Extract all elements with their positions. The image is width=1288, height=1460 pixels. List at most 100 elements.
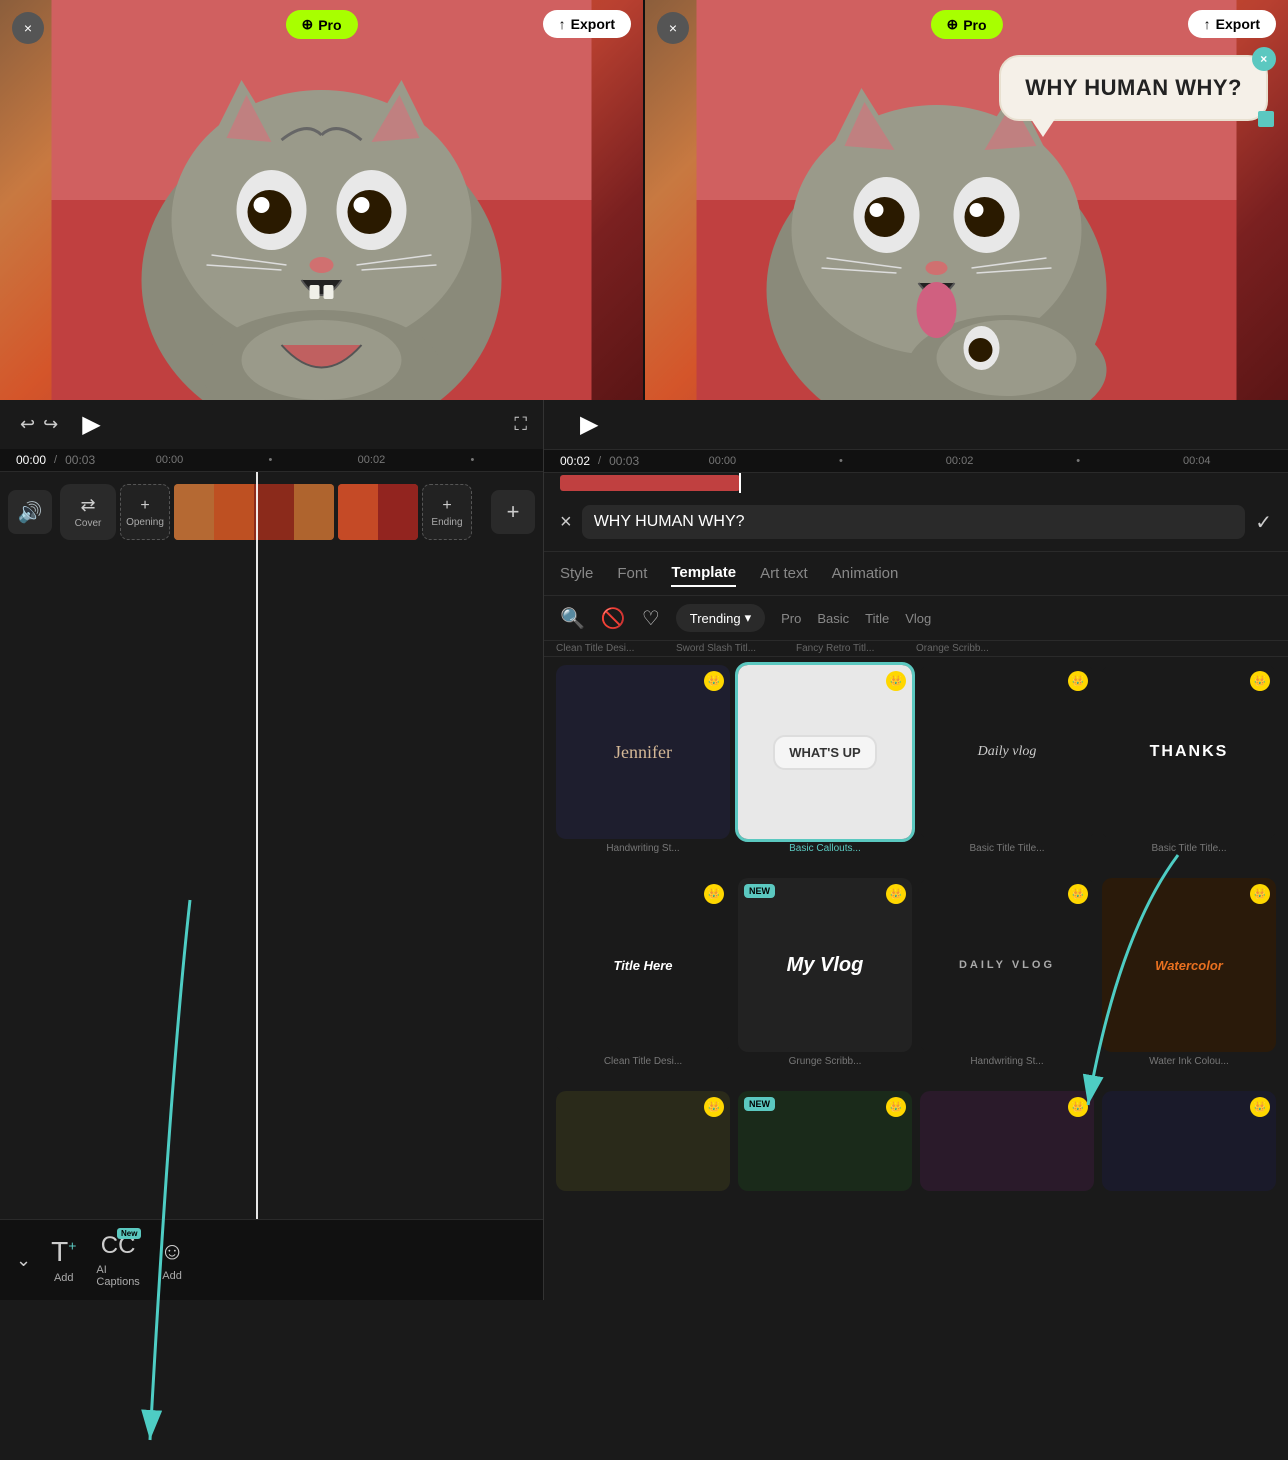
template-card-bottom4[interactable]: 👑 — [1102, 1091, 1276, 1191]
template-card-watercolor[interactable]: Watercolor 👑 — [1102, 878, 1276, 1052]
template-card-bottom3[interactable]: 👑 — [920, 1091, 1094, 1191]
crown-badge-handwriting: 👑 — [704, 671, 724, 691]
template-wrapper-watercolor: Watercolor 👑 Water Ink Colou... — [1102, 878, 1276, 1067]
opening-button[interactable]: + Opening — [120, 484, 170, 540]
ending-button[interactable]: + Ending — [422, 484, 472, 540]
crown-badge-bottom4: 👑 — [1250, 1097, 1270, 1117]
filter-vlog[interactable]: Vlog — [905, 611, 931, 626]
title-here-label: Clean Title Desi... — [556, 1056, 730, 1067]
time-total-left: 00:03 — [65, 453, 95, 467]
left-video-panel: × ⊕ Pro ↑ Export — [0, 0, 645, 400]
ruler-mark-02: • — [269, 454, 273, 466]
search-filter-button[interactable]: 🔍 — [560, 606, 585, 631]
right-export-icon: ↑ — [1204, 16, 1211, 32]
template-wrapper-title-here: Title Here 👑 Clean Title Desi... — [556, 878, 730, 1067]
audio-toggle-button[interactable]: 🔊 — [8, 490, 52, 534]
filter-basic[interactable]: Basic — [817, 611, 849, 626]
new-badge-bottom2: NEW — [744, 1097, 775, 1111]
redo-button[interactable]: ↪ — [39, 410, 62, 439]
right-video-panel: × WHY HUMAN WHY? × ⊕ Pro ↑ Export — [645, 0, 1288, 400]
right-export-button[interactable]: ↑ Export — [1188, 10, 1276, 38]
speech-bubble-text: WHY HUMAN WHY? — [1025, 75, 1242, 100]
text-confirm-button[interactable]: ✓ — [1255, 510, 1272, 535]
right-ruler-dot: • — [839, 455, 843, 467]
template-inner-my-vlog: My Vlog 👑 NEW — [738, 878, 912, 1052]
pro-icon: ⊕ — [301, 16, 313, 33]
video-clip-1[interactable] — [174, 484, 334, 540]
time-separator: / — [54, 454, 57, 466]
dropdown-arrow: ▾ — [745, 610, 752, 626]
crown-badge-daily-vlog: 👑 — [1068, 671, 1088, 691]
trending-dropdown[interactable]: Trending ▾ — [676, 604, 765, 632]
template-inner-thanks: THANKS 👑 — [1102, 665, 1276, 839]
filter-title[interactable]: Title — [865, 611, 889, 626]
left-play-button[interactable]: ▶ — [82, 410, 100, 439]
text-input-row: × ✓ — [544, 493, 1288, 552]
thanks-label: Basic Title Title... — [1102, 843, 1276, 854]
cover-button[interactable]: ⇄ Cover — [60, 484, 116, 540]
left-video-bg — [0, 0, 643, 400]
fullscreen-button[interactable]: ⛶ — [514, 414, 527, 435]
template-wrapper-daily-vlog-2: DAILY VLOG 👑 Handwriting St... — [920, 878, 1094, 1067]
daily-vlog-2-text: DAILY VLOG — [959, 959, 1055, 971]
add-clip-button[interactable]: + — [491, 490, 535, 534]
filter-pro[interactable]: Pro — [781, 611, 801, 626]
cover-label: Cover — [75, 518, 102, 529]
video-row: × ⊕ Pro ↑ Export — [0, 0, 1288, 400]
right-play-button[interactable]: ▶ — [580, 410, 598, 439]
template-wrapper-my-vlog: My Vlog 👑 NEW Grunge Scribb... — [738, 878, 912, 1067]
template-inner-bottom4: 👑 — [1102, 1091, 1276, 1191]
template-card-daily-vlog-2[interactable]: DAILY VLOG 👑 — [920, 878, 1094, 1052]
my-vlog-text: My Vlog — [787, 954, 864, 977]
tab-art-text[interactable]: Art text — [760, 561, 808, 586]
left-close-button[interactable]: × — [12, 12, 44, 44]
block-filter-button[interactable]: 🚫 — [601, 606, 626, 631]
template-inner-title-here: Title Here 👑 — [556, 878, 730, 1052]
template-card-bottom2[interactable]: 👑 NEW — [738, 1091, 912, 1191]
chevron-down-button[interactable]: ⌄ — [16, 1250, 31, 1271]
callout-label: Basic Callouts... — [738, 843, 912, 854]
right-ruler-dot2: • — [1076, 455, 1080, 467]
left-export-button[interactable]: ↑ Export — [543, 10, 631, 38]
watercolor-text: Watercolor — [1155, 958, 1223, 973]
template-inner-watercolor: Watercolor 👑 — [1102, 878, 1276, 1052]
new-badge-my-vlog: NEW — [744, 884, 775, 898]
crown-badge-bottom1: 👑 — [704, 1097, 724, 1117]
template-wrapper-bottom1: 👑 — [556, 1091, 730, 1191]
watercolor-label: Water Ink Colou... — [1102, 1056, 1276, 1067]
clip-thumb-bg-2 — [338, 484, 418, 540]
speech-bubble[interactable]: × WHY HUMAN WHY? — [999, 55, 1268, 121]
tab-template[interactable]: Template — [671, 560, 736, 587]
tab-font[interactable]: Font — [617, 561, 647, 586]
text-input-field[interactable] — [582, 505, 1246, 539]
bubble-resize-handle[interactable] — [1258, 111, 1274, 127]
ai-captions-tool[interactable]: CC New AICaptions — [96, 1232, 139, 1288]
cover-icon: ⇄ — [80, 495, 95, 516]
sticker-icon: ☺ — [160, 1238, 185, 1266]
add-text-tool[interactable]: T+ Add — [51, 1236, 76, 1284]
template-card-bottom1[interactable]: 👑 — [556, 1091, 730, 1191]
add-sticker-tool[interactable]: ☺ Add — [160, 1238, 185, 1282]
right-close-button[interactable]: × — [657, 12, 689, 44]
tab-style[interactable]: Style — [560, 561, 593, 586]
template-card-handwriting[interactable]: Jennifer 👑 — [556, 665, 730, 839]
template-card-my-vlog[interactable]: My Vlog 👑 NEW — [738, 878, 912, 1052]
template-tab-row: Style Font Template Art text Animation — [544, 552, 1288, 596]
template-card-thanks[interactable]: THANKS 👑 — [1102, 665, 1276, 839]
template-inner-daily-vlog-2: DAILY VLOG 👑 — [920, 878, 1094, 1052]
left-pro-button[interactable]: ⊕ Pro — [285, 10, 357, 39]
main-track-row: 🔊 ⇄ Cover + Opening — [8, 480, 535, 544]
bubble-close-button[interactable]: × — [1252, 47, 1276, 71]
video-clip-2[interactable] — [338, 484, 418, 540]
template-card-daily-vlog[interactable]: Daily vlog 👑 — [920, 665, 1094, 839]
right-pro-button[interactable]: ⊕ Pro — [930, 10, 1002, 39]
text-close-button[interactable]: × — [560, 511, 572, 534]
left-ruler: 00:00 / 00:03 00:00 • 00:02 • — [0, 449, 543, 472]
template-card-callout[interactable]: WHAT'S UP 👑 — [738, 665, 912, 839]
undo-button[interactable]: ↩ — [16, 410, 39, 439]
tab-animation[interactable]: Animation — [832, 561, 899, 586]
template-card-title-here[interactable]: Title Here 👑 — [556, 878, 730, 1052]
left-timeline-section: ↩ ↪ ▶ ⛶ 00:00 / 00:03 00:00 • 00:02 • 🔊 — [0, 400, 544, 1300]
heart-filter-button[interactable]: ♡ — [642, 606, 660, 631]
add-text-label: Add — [54, 1272, 74, 1284]
